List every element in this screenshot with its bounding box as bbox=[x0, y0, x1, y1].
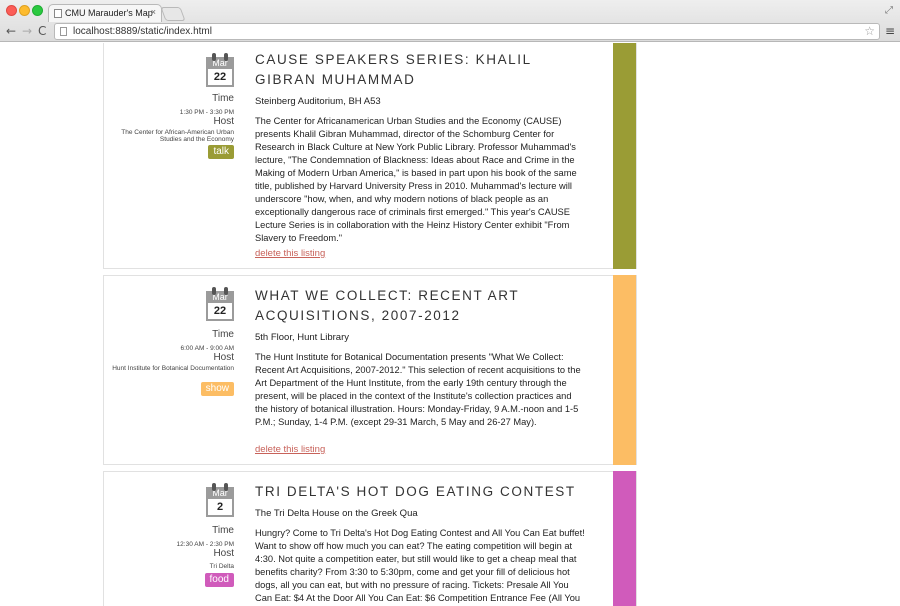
event-description: The Hunt Institute for Botanical Documen… bbox=[255, 352, 581, 427]
event-card: Mar 22 Time 6:00 AM - 9:00 AM Host Hunt … bbox=[103, 275, 637, 465]
category-tag[interactable]: show bbox=[200, 382, 234, 396]
calendar-day: 2 bbox=[206, 499, 234, 517]
event-host: Tri Delta bbox=[209, 563, 234, 570]
event-location: The Tri Delta House on the Greek Qua bbox=[255, 508, 418, 519]
back-arrow-icon[interactable]: ← bbox=[6, 25, 16, 37]
fullscreen-icon[interactable]: ⤢ bbox=[885, 5, 893, 16]
host-label: Host bbox=[213, 548, 234, 559]
event-time: 6:00 AM - 9:00 AM bbox=[180, 345, 234, 352]
host-label: Host bbox=[213, 352, 234, 363]
page-icon bbox=[60, 27, 67, 36]
delete-listing-link[interactable]: delete this listing bbox=[255, 248, 325, 259]
reload-icon[interactable]: C bbox=[38, 25, 46, 37]
host-label: Host bbox=[213, 116, 234, 127]
calendar-day: 22 bbox=[206, 69, 234, 87]
close-window-button[interactable] bbox=[6, 5, 17, 16]
tab-close-icon[interactable]: × bbox=[151, 7, 156, 17]
calendar-icon: Mar 2 bbox=[206, 483, 234, 517]
calendar-icon: Mar 22 bbox=[206, 287, 234, 321]
calendar-icon: Mar 22 bbox=[206, 53, 234, 87]
browser-chrome: CMU Marauder's Map × ⤢ ← → C localhost:8… bbox=[0, 0, 900, 42]
event-meta: Mar 22 Time 6:00 AM - 9:00 AM Host Hunt … bbox=[106, 287, 234, 417]
event-body: What We Collect: Recent Art Acquisitions… bbox=[255, 286, 585, 429]
event-body: Cause Speakers Series: Khalil Gibran Muh… bbox=[255, 50, 585, 245]
category-tag[interactable]: food bbox=[204, 573, 234, 587]
page-viewport[interactable]: Mar 22 Time 1:30 PM - 3:30 PM Host The C… bbox=[0, 43, 900, 606]
event-title: Cause Speakers Series: Khalil Gibran Muh… bbox=[255, 52, 532, 87]
browser-menu-icon[interactable]: ≡ bbox=[885, 25, 895, 37]
time-label: Time bbox=[212, 525, 234, 536]
browser-tab[interactable]: CMU Marauder's Map × bbox=[48, 4, 162, 22]
event-time: 1:30 PM - 3:30 PM bbox=[179, 109, 234, 116]
new-tab-button[interactable] bbox=[160, 7, 186, 21]
bookmark-star-icon[interactable]: ☆ bbox=[864, 24, 875, 38]
address-bar[interactable]: localhost:8889/static/index.html ☆ bbox=[54, 23, 880, 40]
event-title: What We Collect: Recent Art Acquisitions… bbox=[255, 288, 519, 323]
event-location: 5th Floor, Hunt Library bbox=[255, 332, 349, 343]
calendar-day: 22 bbox=[206, 303, 234, 321]
forward-arrow-icon[interactable]: → bbox=[22, 25, 32, 37]
event-meta: Mar 22 Time 1:30 PM - 3:30 PM Host The C… bbox=[106, 53, 234, 193]
event-body: Tri Delta's Hot Dog Eating Contest The T… bbox=[255, 482, 585, 606]
tab-title: CMU Marauder's Map bbox=[65, 8, 153, 18]
event-title: Tri Delta's Hot Dog Eating Contest bbox=[255, 484, 576, 499]
url-text[interactable]: localhost:8889/static/index.html bbox=[73, 26, 212, 37]
category-tag[interactable]: talk bbox=[208, 145, 234, 159]
category-color-bar bbox=[613, 275, 636, 465]
event-location: Steinberg Auditorium, BH A53 bbox=[255, 96, 381, 107]
event-meta: Mar 2 Time 12:30 AM - 2:30 PM Host Tri D… bbox=[106, 483, 234, 593]
event-time: 12:30 AM - 2:30 PM bbox=[176, 541, 234, 548]
time-label: Time bbox=[212, 329, 234, 340]
event-host: Hunt Institute for Botanical Documentati… bbox=[112, 365, 234, 372]
category-color-bar bbox=[613, 43, 636, 269]
time-label: Time bbox=[212, 93, 234, 104]
category-color-bar bbox=[613, 471, 636, 606]
minimize-window-button[interactable] bbox=[19, 5, 30, 16]
event-host: The Center for African-American Urban St… bbox=[121, 129, 234, 143]
page-favicon-icon bbox=[54, 9, 62, 18]
event-description: The Center for Africanamerican Urban Stu… bbox=[255, 116, 577, 243]
event-card: Mar 22 Time 1:30 PM - 3:30 PM Host The C… bbox=[103, 43, 637, 269]
delete-listing-link[interactable]: delete this listing bbox=[255, 444, 325, 455]
event-description: Hungry? Come to Tri Delta's Hot Dog Eati… bbox=[255, 528, 585, 603]
zoom-window-button[interactable] bbox=[32, 5, 43, 16]
event-card: Mar 2 Time 12:30 AM - 2:30 PM Host Tri D… bbox=[103, 471, 637, 606]
